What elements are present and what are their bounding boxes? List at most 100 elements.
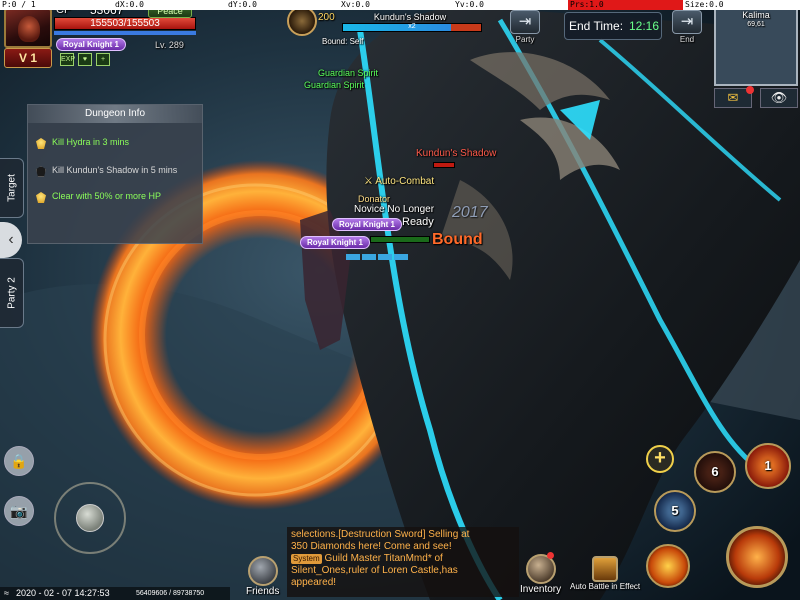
chat-box[interactable]: selections.[Destruction Sword] Selling a… (287, 527, 519, 597)
floating-donator-text: Donator (358, 194, 391, 204)
plus-buff-icon[interactable]: + (96, 53, 110, 66)
quest-item: Clear with 50% or more HP (36, 191, 196, 203)
skill-button[interactable]: 5 (654, 490, 696, 532)
debug-overlay: P:0 / 1 dX:0.0 dY:0.0 Xv:0.0 Yv:0.0 Prs:… (0, 0, 800, 10)
floating-title-badge: Royal Knight 1 (300, 236, 371, 249)
quest-text: Kill Hydra in 3 mins (52, 137, 130, 147)
camera-icon: 📷 (10, 503, 28, 519)
player-face-icon (18, 16, 40, 42)
dungeon-info-panel: Dungeon Info Kill Hydra in 3 mins Kill K… (27, 104, 203, 244)
skill-cooldown: 6 (711, 464, 719, 479)
exp-buff-icon[interactable]: EXP (60, 53, 75, 66)
quest-text: Kill Kundun's Shadow in 5 mins (52, 165, 178, 175)
end-dungeon-button[interactable]: ⇥ End (670, 10, 704, 44)
end-time-panel: End Time: 12:16 (564, 12, 662, 40)
friends-icon (247, 556, 278, 586)
exit-icon: ⇥ (672, 10, 702, 34)
tab-party-label: Party 2 (6, 277, 17, 309)
tab-target[interactable]: Target (0, 158, 24, 218)
boss-portrait[interactable] (287, 6, 317, 36)
floating-bound-text: Bound (432, 231, 483, 248)
exit-party-icon: ⇥ (510, 10, 540, 34)
party-button[interactable]: ⇥ Party (508, 10, 542, 44)
expand-skills-button[interactable]: + (646, 445, 674, 473)
watermark-text: 2017 (452, 204, 488, 221)
datetime: 2020 - 02 - 07 14:27:53 (16, 588, 110, 598)
player-mp-fill (54, 31, 196, 35)
inventory-label: Inventory (520, 584, 562, 595)
floating-novice-text: Novice No Longer (354, 204, 435, 215)
skill-button[interactable]: 1 (745, 443, 791, 489)
notification-dot (547, 552, 554, 559)
player-title-badge: Royal Knight 1 (56, 38, 127, 51)
lock-button[interactable]: 🔒 (4, 446, 34, 476)
skill-cooldown: 1 (764, 458, 772, 473)
floating-guardian-text: Guardian Spirit (318, 68, 379, 78)
auto-combat-label: Auto-Combat (375, 176, 435, 187)
crossed-swords-icon: ⚔ (364, 176, 376, 187)
boss-name: Kundun's Shadow (373, 12, 447, 22)
skill-cooldown: 5 (671, 503, 679, 518)
player-level: Lv. 289 (155, 40, 184, 50)
auto-battle-label: Auto Battle in Effect (570, 582, 641, 591)
player-portrait[interactable] (4, 8, 52, 48)
friends-button[interactable]: Friends (246, 556, 279, 597)
cast-bar (346, 254, 410, 262)
boss-hp-bar: x2 (342, 23, 482, 32)
quest-item: Kill Hydra in 3 mins (36, 137, 196, 149)
debug-yv: Yv:0.0 (455, 0, 484, 9)
debug-xv: Xv:0.0 (341, 0, 370, 9)
notification-dot (746, 86, 754, 94)
floating-guardian-text: Guardian Spirit (304, 80, 365, 90)
player-hp-text: 155503/155503 (90, 18, 160, 29)
debug-size: Size:0.0 (685, 0, 724, 9)
chevron-left-icon: ‹ (8, 231, 14, 248)
wifi-icon: ≈ (4, 588, 9, 598)
floating-title-badge: Royal Knight 1 (332, 218, 403, 231)
inventory-button[interactable]: Inventory (520, 552, 562, 595)
debug-dx: dX:0.0 (115, 0, 144, 9)
system-tag: System (291, 554, 322, 564)
debug-dy: dY:0.0 (228, 0, 257, 9)
joystick-knob[interactable] (76, 504, 104, 532)
skill-button[interactable]: 6 (694, 451, 736, 493)
player-hp-bar: 155503/155503 (54, 17, 196, 30)
chat-line: appeared! (291, 577, 337, 588)
quest-item: Kill Kundun's Shadow in 5 mins (36, 165, 196, 177)
session-ids: 56409606 / 89738750 (136, 590, 205, 597)
lock-icon: 🔒 (10, 453, 28, 469)
ally-hp-bar (370, 236, 430, 243)
map-name: Kalima (742, 10, 770, 20)
auto-battle-button[interactable]: Auto Battle in Effect (570, 556, 640, 591)
skill-button[interactable] (646, 544, 690, 588)
auto-combat-indicator: ⚔ Auto-Combat (364, 176, 434, 187)
visibility-button[interactable]: 👁 (760, 88, 798, 108)
boss-hp-stack: x2 (408, 23, 416, 30)
vip-badge[interactable]: V 1 (4, 48, 52, 68)
chat-line-text: Guild Master TitanMmd* of (324, 553, 443, 564)
chat-line: 350 Diamonds here! Come and see! (291, 541, 452, 552)
floating-ready-text: Ready (402, 216, 434, 228)
tab-party[interactable]: Party 2 (0, 258, 24, 328)
boss-overhead-name: Kundun's Shadow (416, 148, 497, 159)
minimap[interactable]: Kalima 69,61 (714, 6, 798, 86)
party-label: Party (515, 35, 535, 44)
boss-status: Bound: Self (322, 37, 364, 46)
status-footer: ≈ 2020 - 02 - 07 14:27:53 56409606 / 897… (0, 587, 230, 600)
eye-icon: 👁 (770, 90, 788, 105)
debug-pressure: Prs:1.0 (568, 0, 683, 10)
debug-pointer: P:0 / 1 (2, 0, 36, 9)
plus-icon: + (654, 447, 666, 469)
player-mp-bar (54, 31, 196, 35)
end-time-value: 12:16 (629, 19, 660, 33)
mail-icon: ✉ (727, 90, 739, 105)
tab-target-label: Target (6, 174, 17, 202)
map-coordinates: 69,61 (747, 21, 765, 28)
friends-label: Friends (246, 586, 280, 597)
primary-attack-button[interactable] (726, 526, 788, 588)
mail-button[interactable]: ✉ (714, 86, 754, 108)
quest-text: Clear with 50% or more HP (52, 191, 162, 201)
camera-button[interactable]: 📷 (4, 496, 34, 526)
movement-joystick[interactable] (54, 482, 126, 554)
heart-buff-icon[interactable]: ♥ (78, 53, 92, 66)
